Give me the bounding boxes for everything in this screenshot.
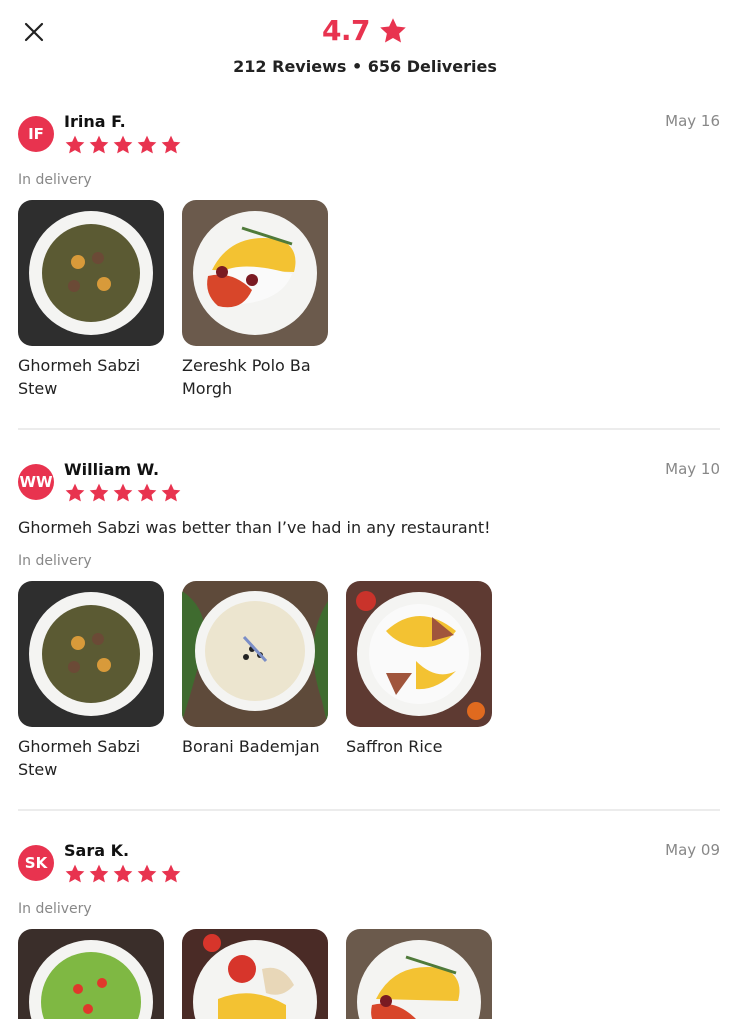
star-icon bbox=[65, 864, 85, 883]
review-card: IF Irina F. May 16 In delivery Ghormeh S… bbox=[18, 100, 720, 430]
dish-item[interactable] bbox=[346, 929, 492, 1019]
star-icon bbox=[113, 483, 133, 502]
star-icon bbox=[137, 135, 157, 154]
dish-photo-salad[interactable] bbox=[18, 929, 164, 1019]
dish-item[interactable] bbox=[18, 929, 164, 1019]
review-date: May 16 bbox=[665, 112, 720, 130]
dish-photo-stew[interactable] bbox=[18, 200, 164, 346]
review-card: WW William W. May 10 Ghormeh Sabzi was b… bbox=[18, 430, 720, 811]
dish-photo-stew[interactable] bbox=[18, 581, 164, 727]
reviewer-info: Irina F. bbox=[64, 112, 665, 156]
star-icon bbox=[161, 864, 181, 883]
star-icon bbox=[89, 864, 109, 883]
review-header: SK Sara K. May 09 bbox=[18, 841, 720, 885]
review-comment: Ghormeh Sabzi was better than I’ve had i… bbox=[18, 518, 491, 537]
star-icon bbox=[89, 135, 109, 154]
review-date: May 10 bbox=[665, 460, 720, 478]
reviews-list: IF Irina F. May 16 In delivery Ghormeh S… bbox=[18, 100, 720, 1019]
review-date: May 09 bbox=[665, 841, 720, 859]
review-card: SK Sara K. May 09 In delivery bbox=[18, 811, 720, 1019]
star-icon bbox=[113, 135, 133, 154]
reviewer-info: William W. bbox=[64, 460, 665, 504]
avatar: SK bbox=[18, 845, 54, 881]
star-icon bbox=[89, 483, 109, 502]
order-channel: In delivery bbox=[18, 172, 92, 188]
review-header: IF Irina F. May 16 bbox=[18, 112, 720, 156]
dish-item[interactable]: Saffron Rice bbox=[346, 581, 492, 781]
reviewer-name: Sara K. bbox=[64, 841, 130, 860]
dish-photo-kebab[interactable] bbox=[182, 929, 328, 1019]
order-channel: In delivery bbox=[18, 553, 92, 569]
star-rating bbox=[64, 134, 665, 156]
ratings-header: 4.7 212 Reviews • 656 Deliveries bbox=[0, 14, 730, 76]
star-icon bbox=[65, 135, 85, 154]
dish-list: Ghormeh Sabzi Stew Zereshk Polo Ba Morgh bbox=[18, 200, 720, 400]
dish-name: Zereshk Polo Ba Morgh bbox=[182, 356, 311, 398]
rating-value: 4.7 bbox=[321, 14, 371, 47]
reviewer-info: Sara K. bbox=[64, 841, 665, 885]
reviews-deliveries-summary: 212 Reviews • 656 Deliveries bbox=[233, 57, 497, 76]
dish-name: Ghormeh Sabzi Stew bbox=[18, 737, 141, 779]
star-rating bbox=[64, 482, 665, 504]
dish-photo-borani[interactable] bbox=[182, 581, 328, 727]
avatar: WW bbox=[18, 464, 54, 500]
star-icon bbox=[65, 483, 85, 502]
star-icon bbox=[380, 17, 406, 42]
dish-item[interactable]: Zereshk Polo Ba Morgh bbox=[182, 200, 328, 400]
star-icon bbox=[161, 483, 181, 502]
star-rating bbox=[64, 863, 665, 885]
dish-name: Borani Bademjan bbox=[182, 737, 320, 756]
dish-item[interactable]: Ghormeh Sabzi Stew bbox=[18, 581, 164, 781]
reviewer-name: William W. bbox=[64, 460, 160, 479]
dish-item[interactable]: Borani Bademjan bbox=[182, 581, 328, 781]
dish-photo-saffron-rice[interactable] bbox=[346, 581, 492, 727]
dish-photo-rice-chicken[interactable] bbox=[346, 929, 492, 1019]
rating-line: 4.7 bbox=[0, 14, 730, 47]
star-icon bbox=[161, 135, 181, 154]
dish-item[interactable] bbox=[182, 929, 328, 1019]
order-channel: In delivery bbox=[18, 901, 92, 917]
avatar: IF bbox=[18, 116, 54, 152]
star-icon bbox=[137, 864, 157, 883]
reviewer-name: Irina F. bbox=[64, 112, 126, 131]
star-icon bbox=[113, 864, 133, 883]
dish-list bbox=[18, 929, 720, 1019]
dish-name: Ghormeh Sabzi Stew bbox=[18, 356, 141, 398]
dish-name: Saffron Rice bbox=[346, 737, 443, 756]
review-header: WW William W. May 10 bbox=[18, 460, 720, 504]
dish-list: Ghormeh Sabzi Stew Borani Bademjan Saffr… bbox=[18, 581, 720, 781]
dish-item[interactable]: Ghormeh Sabzi Stew bbox=[18, 200, 164, 400]
star-icon bbox=[137, 483, 157, 502]
dish-photo-rice-chicken[interactable] bbox=[182, 200, 328, 346]
